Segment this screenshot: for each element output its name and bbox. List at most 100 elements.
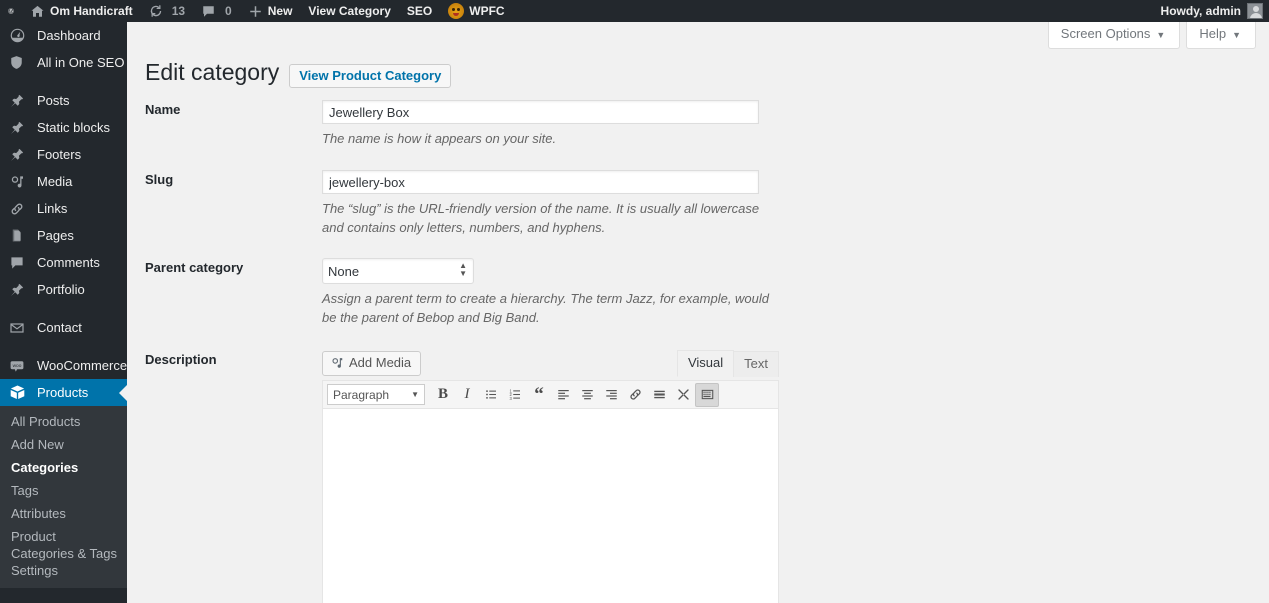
pin-icon [9, 93, 29, 109]
site-name-menu[interactable]: Om Handicraft [22, 0, 141, 22]
products-box-icon [9, 384, 29, 401]
sidebar-item-comments[interactable]: Comments [0, 249, 127, 276]
seo-menu[interactable]: SEO [399, 0, 440, 22]
menu-separator [0, 303, 127, 314]
screen-options-label: Screen Options [1060, 26, 1151, 41]
numbered-list-icon[interactable]: 1 2 3 [503, 383, 527, 407]
slug-input[interactable] [322, 170, 759, 194]
my-account-menu[interactable]: Howdy, admin [1155, 0, 1269, 22]
description-label: Description [145, 352, 217, 367]
wordpress-logo-icon[interactable] [0, 0, 22, 22]
tab-text[interactable]: Text [733, 351, 779, 377]
chevron-down-icon: ▼ [1156, 30, 1166, 40]
sidebar-item-contact[interactable]: Contact [0, 314, 127, 341]
sidebar-item-media[interactable]: Media [0, 168, 127, 195]
sidebar-label: Products [37, 385, 89, 400]
sidebar-label: Portfolio [37, 282, 85, 297]
editor-toolbar: Paragraph ▼ B I 1 2 3 “ [322, 380, 779, 409]
menu-separator [0, 341, 127, 352]
sidebar-item-woocommerce[interactable]: woo WooCommerce [0, 352, 127, 379]
sidebar-label: Static blocks [37, 120, 110, 135]
submenu-label: Product Categories & Tags Settings [11, 529, 117, 578]
woocommerce-icon: woo [9, 358, 29, 374]
toolbar-toggle-icon[interactable] [695, 382, 719, 407]
wpfc-label: WPFC [469, 4, 505, 18]
comments-menu[interactable]: 0 [193, 0, 240, 22]
submenu-item-product-categories-tags-settings[interactable]: Product Categories & Tags Settings [0, 525, 127, 582]
read-more-icon[interactable] [647, 383, 671, 407]
submenu-item-tags[interactable]: Tags [0, 479, 127, 502]
pin-icon [9, 147, 29, 163]
view-category-menu[interactable]: View Category [300, 0, 398, 22]
link-icon[interactable] [623, 383, 647, 407]
new-content-menu[interactable]: New [240, 0, 301, 22]
updates-count: 13 [171, 4, 186, 18]
submenu-label: Tags [11, 483, 39, 498]
submenu-item-attributes[interactable]: Attributes [0, 502, 127, 525]
screen-options-button[interactable]: Screen Options ▼ [1047, 22, 1181, 49]
tab-visual[interactable]: Visual [676, 350, 735, 377]
comment-bubble-icon [201, 4, 216, 19]
howdy-label: Howdy, admin [1160, 4, 1241, 18]
sidebar-label: Footers [37, 147, 82, 162]
editor-mode-tabs: Visual Text [676, 350, 779, 377]
sidebar-item-all-in-one-seo[interactable]: All in One SEO [0, 49, 127, 76]
italic-icon[interactable]: I [455, 383, 479, 407]
submenu-item-add-new[interactable]: Add New [0, 433, 127, 456]
sidebar-item-appearance[interactable]: Appearance [0, 599, 127, 603]
new-label: New [267, 4, 293, 18]
plus-icon [248, 4, 263, 19]
media-icon [330, 356, 344, 370]
menu-separator [0, 76, 127, 87]
sidebar-item-posts[interactable]: Posts [0, 87, 127, 114]
sidebar-item-portfolio[interactable]: Portfolio [0, 276, 127, 303]
fullscreen-icon[interactable] [671, 383, 695, 407]
sidebar-item-links[interactable]: Links [0, 195, 127, 222]
sidebar-item-dashboard[interactable]: Dashboard [0, 22, 127, 49]
parent-category-label: Parent category [145, 260, 244, 275]
pin-icon [9, 282, 29, 298]
description-row: Description Add Media Visual Text Paragr… [145, 350, 1245, 603]
sidebar-label: Links [37, 201, 68, 216]
sidebar-item-products[interactable]: Products [0, 379, 127, 406]
editor-content-area[interactable] [322, 409, 779, 603]
sidebar-label: Comments [37, 255, 100, 270]
admin-bar: Om Handicraft 13 0 New View Category SEO… [0, 0, 1269, 22]
sidebar-item-footers[interactable]: Footers [0, 141, 127, 168]
sidebar-item-static-blocks[interactable]: Static blocks [0, 114, 127, 141]
updates-menu[interactable]: 13 [141, 0, 193, 22]
help-button[interactable]: Help ▼ [1186, 22, 1256, 49]
align-right-icon[interactable] [599, 383, 623, 407]
submenu-item-all-products[interactable]: All Products [0, 410, 127, 433]
edit-category-form: Name The name is how it appears on your … [145, 100, 1245, 603]
slug-description: The “slug” is the URL-friendly version o… [322, 201, 760, 235]
pages-icon [9, 228, 29, 243]
bold-icon[interactable]: B [431, 383, 455, 407]
avatar [1247, 3, 1263, 19]
comments-count: 0 [225, 4, 232, 18]
blockquote-icon[interactable]: “ [527, 383, 551, 407]
sidebar-label: Posts [37, 93, 70, 108]
home-icon [30, 4, 45, 19]
submenu-label: Categories [11, 460, 79, 475]
add-media-button[interactable]: Add Media [322, 350, 422, 376]
description-editor: Add Media Visual Text Paragraph ▼ B I 1 … [322, 350, 779, 603]
submenu-item-categories[interactable]: Categories [0, 456, 127, 479]
name-input[interactable] [322, 100, 759, 124]
screen-meta-links: Screen Options ▼ Help ▼ [1047, 22, 1256, 49]
bulleted-list-icon[interactable] [479, 383, 503, 407]
format-select[interactable]: Paragraph ▼ [327, 384, 425, 405]
name-description: The name is how it appears on your site. [322, 131, 557, 146]
align-left-icon[interactable] [551, 383, 575, 407]
slug-label: Slug [145, 172, 174, 187]
dashboard-icon [9, 27, 29, 44]
sidebar-item-pages[interactable]: Pages [0, 222, 127, 249]
parent-category-select[interactable]: None [322, 258, 474, 284]
align-center-icon[interactable] [575, 383, 599, 407]
svg-text:3: 3 [509, 396, 512, 401]
wpfc-menu[interactable]: WPFC [440, 0, 512, 22]
sidebar-label: WooCommerce [37, 358, 127, 373]
view-category-label: View Category [308, 4, 391, 18]
view-product-category-button[interactable]: View Product Category [289, 64, 452, 88]
products-submenu: All Products Add New Categories Tags Att… [0, 406, 127, 588]
